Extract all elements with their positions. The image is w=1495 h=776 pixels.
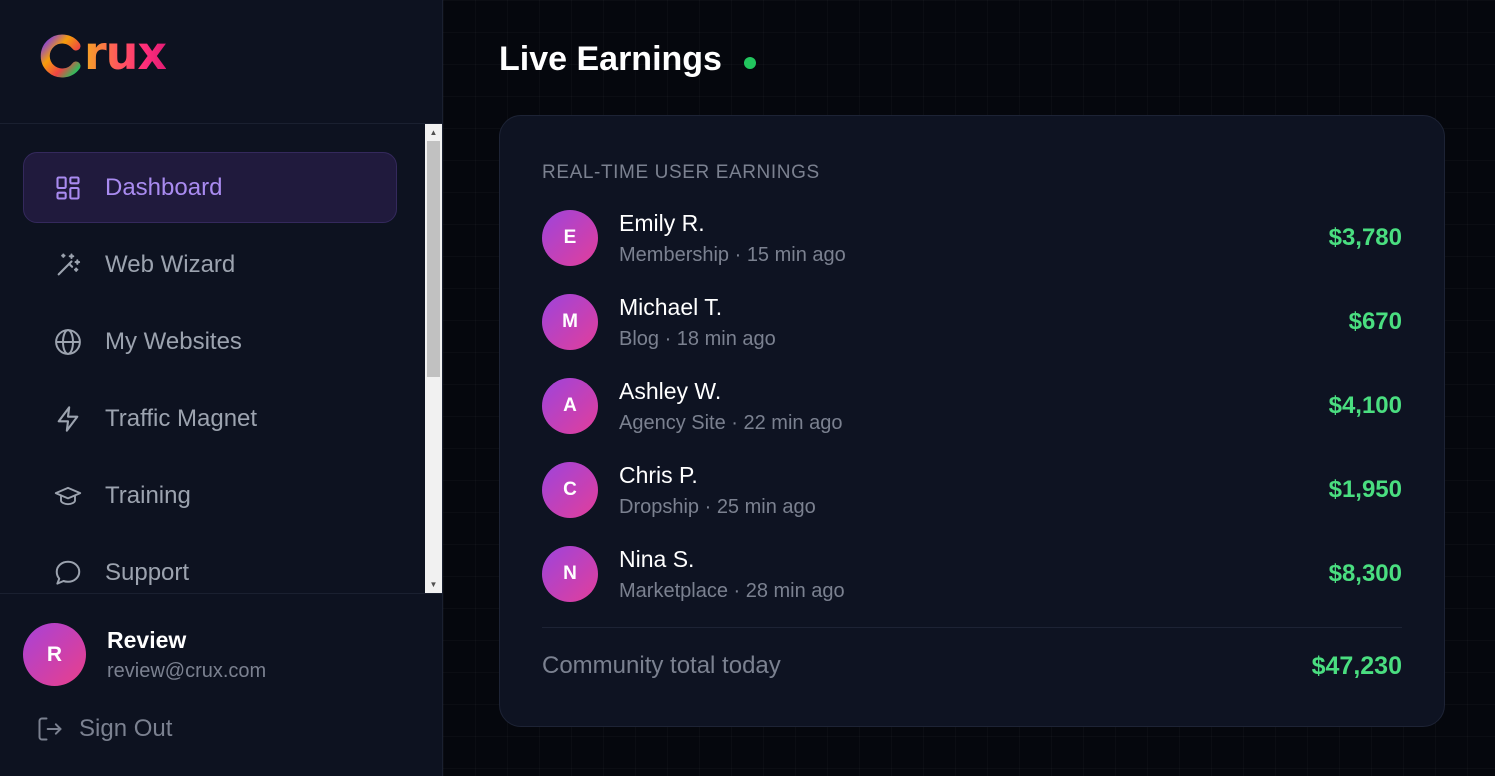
earning-amount: $4,100 bbox=[1328, 392, 1402, 419]
avatar: A bbox=[542, 378, 598, 434]
earner-meta: Marketplace · 28 min ago bbox=[619, 580, 845, 602]
avatar: M bbox=[542, 294, 598, 350]
crux-logo[interactable]: rux bbox=[40, 26, 167, 82]
total-label: Community total today bbox=[542, 652, 781, 679]
sidebar-item-traffic-magnet[interactable]: Traffic Magnet bbox=[23, 383, 397, 454]
earning-amount: $1,950 bbox=[1328, 476, 1402, 503]
sidebar-item-training[interactable]: Training bbox=[23, 460, 397, 531]
nav-scroll-area: Dashboard Web Wizard My Websites Traffic… bbox=[0, 124, 443, 593]
scroll-down-arrow-icon[interactable]: ▼ bbox=[425, 576, 442, 593]
earner-meta: Dropship · 25 min ago bbox=[619, 496, 816, 518]
avatar: C bbox=[542, 462, 598, 518]
logo-area: rux bbox=[0, 0, 442, 124]
sidebar-item-dashboard[interactable]: Dashboard bbox=[23, 152, 397, 223]
lightning-icon bbox=[53, 404, 83, 434]
sidebar-item-label: Traffic Magnet bbox=[105, 404, 258, 432]
main-content: Live Earnings REAL-TIME USER EARNINGS E … bbox=[443, 0, 1495, 776]
earnings-list: E Emily R. Membership · 15 min ago $3,78… bbox=[542, 206, 1402, 626]
avatar: E bbox=[542, 210, 598, 266]
live-status-dot bbox=[744, 57, 756, 69]
earner-name: Chris P. bbox=[619, 462, 698, 488]
dashboard-grid-icon bbox=[53, 173, 83, 203]
sidebar-item-label: Web Wizard bbox=[105, 250, 236, 278]
sign-out-button[interactable]: Sign Out bbox=[36, 715, 172, 743]
sidebar-item-label: My Websites bbox=[105, 327, 242, 355]
list-item: M Michael T. Blog · 18 min ago $670 bbox=[542, 290, 1402, 374]
user-profile-area: R Review review@crux.com Sign Out bbox=[0, 593, 443, 776]
list-item: A Ashley W. Agency Site · 22 min ago $4,… bbox=[542, 374, 1402, 458]
sidebar-item-label: Training bbox=[105, 481, 191, 509]
magic-wand-icon bbox=[53, 250, 83, 280]
sidebar-item-web-wizard[interactable]: Web Wizard bbox=[23, 229, 397, 300]
sidebar-item-label: Dashboard bbox=[105, 173, 223, 201]
avatar: N bbox=[542, 546, 598, 602]
chat-bubble-icon bbox=[53, 558, 83, 588]
earner-name: Ashley W. bbox=[619, 378, 722, 404]
user-name: Review bbox=[107, 627, 187, 653]
sidebar-nav: Dashboard Web Wizard My Websites Traffic… bbox=[23, 152, 397, 593]
earning-amount: $8,300 bbox=[1328, 560, 1402, 587]
globe-icon bbox=[53, 327, 83, 357]
list-item: C Chris P. Dropship · 25 min ago $1,950 bbox=[542, 458, 1402, 542]
sidebar-item-support[interactable]: Support bbox=[23, 537, 397, 593]
list-item: N Nina S. Marketplace · 28 min ago $8,30… bbox=[542, 542, 1402, 626]
page-title: Live Earnings bbox=[499, 40, 722, 78]
earning-amount: $670 bbox=[1348, 308, 1402, 335]
card-title: REAL-TIME USER EARNINGS bbox=[542, 162, 820, 183]
earner-meta: Blog · 18 min ago bbox=[619, 328, 776, 350]
logo-wordmark: rux bbox=[84, 26, 167, 80]
earner-name: Emily R. bbox=[619, 210, 705, 236]
graduation-cap-icon bbox=[53, 481, 83, 511]
earning-amount: $3,780 bbox=[1328, 224, 1402, 251]
earnings-card: REAL-TIME USER EARNINGS E Emily R. Membe… bbox=[499, 115, 1445, 727]
sidebar: rux Dashboard Web Wizard My Websites Tra… bbox=[0, 0, 443, 776]
earner-name: Michael T. bbox=[619, 294, 723, 320]
avatar[interactable]: R bbox=[23, 623, 86, 686]
user-email: review@crux.com bbox=[107, 660, 267, 682]
sign-out-label: Sign Out bbox=[79, 715, 173, 742]
scroll-up-arrow-icon[interactable]: ▲ bbox=[425, 124, 442, 141]
sidebar-item-label: Support bbox=[105, 558, 190, 586]
logo-c-icon bbox=[40, 34, 81, 78]
sidebar-scrollbar[interactable]: ▲ ▼ bbox=[425, 124, 442, 593]
divider bbox=[542, 627, 1402, 628]
earner-name: Nina S. bbox=[619, 546, 695, 572]
earner-meta: Membership · 15 min ago bbox=[619, 244, 846, 266]
list-item: E Emily R. Membership · 15 min ago $3,78… bbox=[542, 206, 1402, 290]
scrollbar-thumb[interactable] bbox=[427, 141, 440, 377]
earner-meta: Agency Site · 22 min ago bbox=[619, 412, 843, 434]
sidebar-item-my-websites[interactable]: My Websites bbox=[23, 306, 397, 377]
sign-out-icon bbox=[36, 715, 64, 743]
total-value: $47,230 bbox=[1311, 652, 1402, 680]
